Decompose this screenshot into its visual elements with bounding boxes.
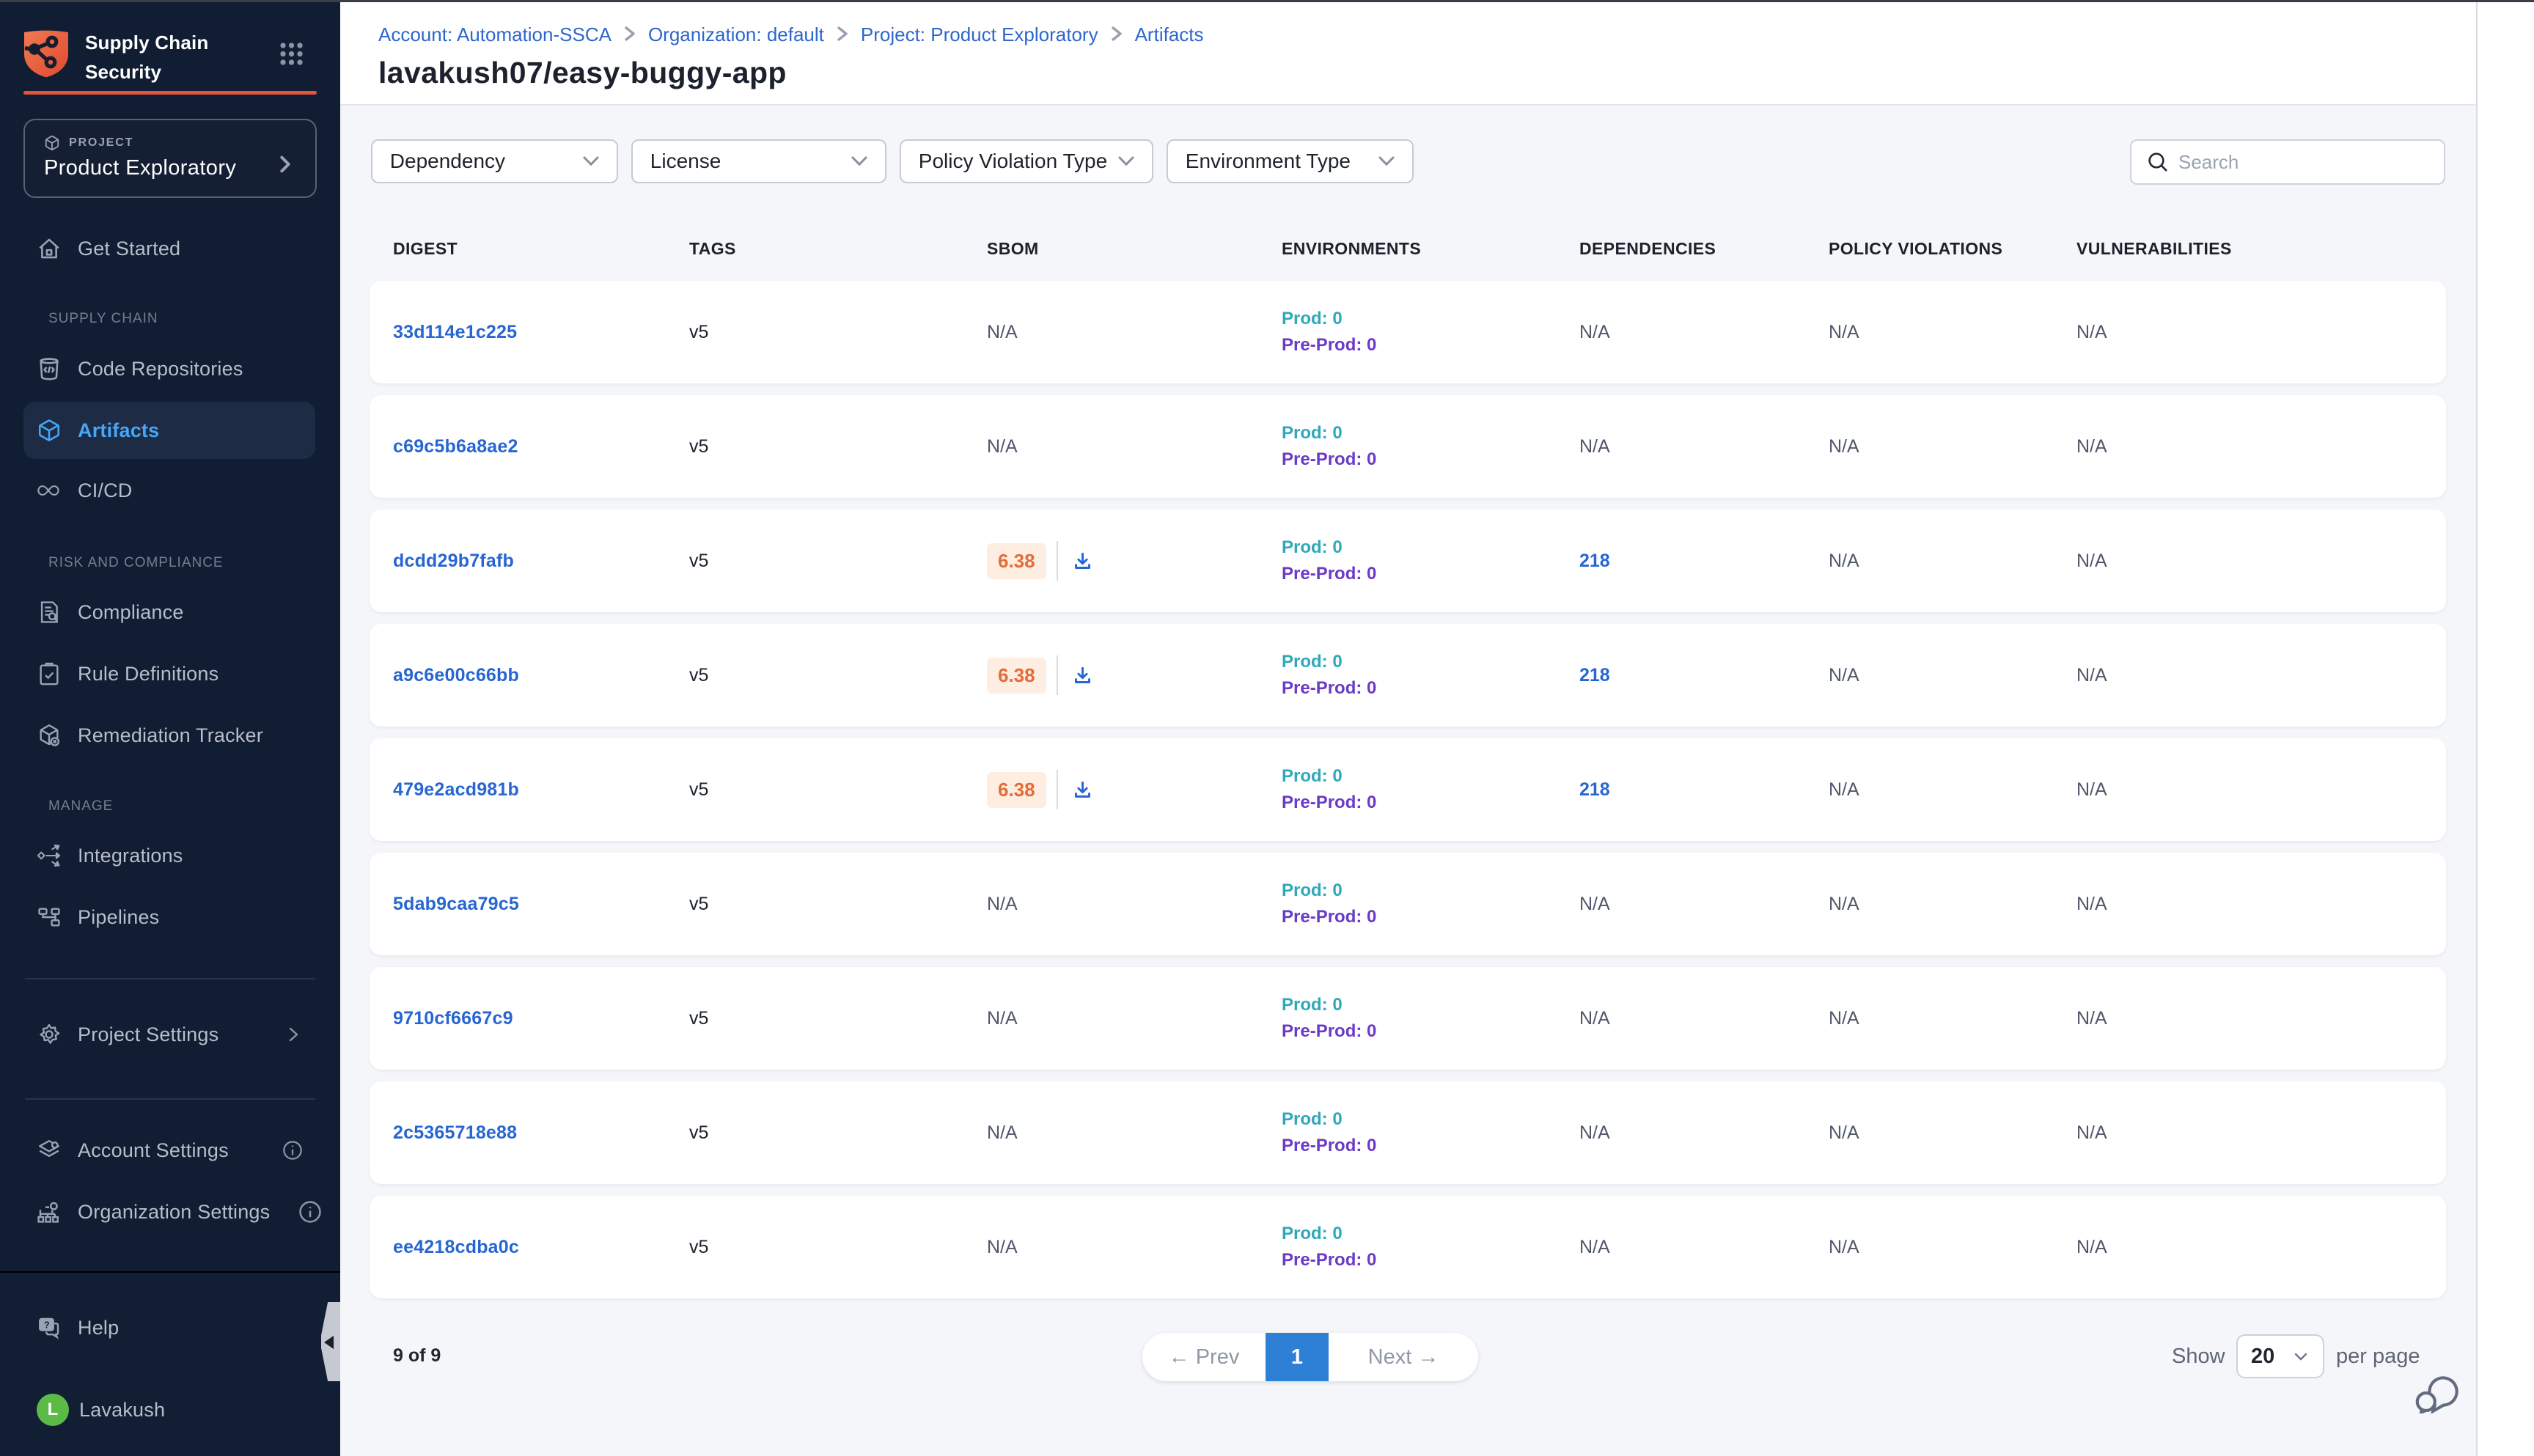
svg-text:?: ? (44, 1320, 50, 1331)
